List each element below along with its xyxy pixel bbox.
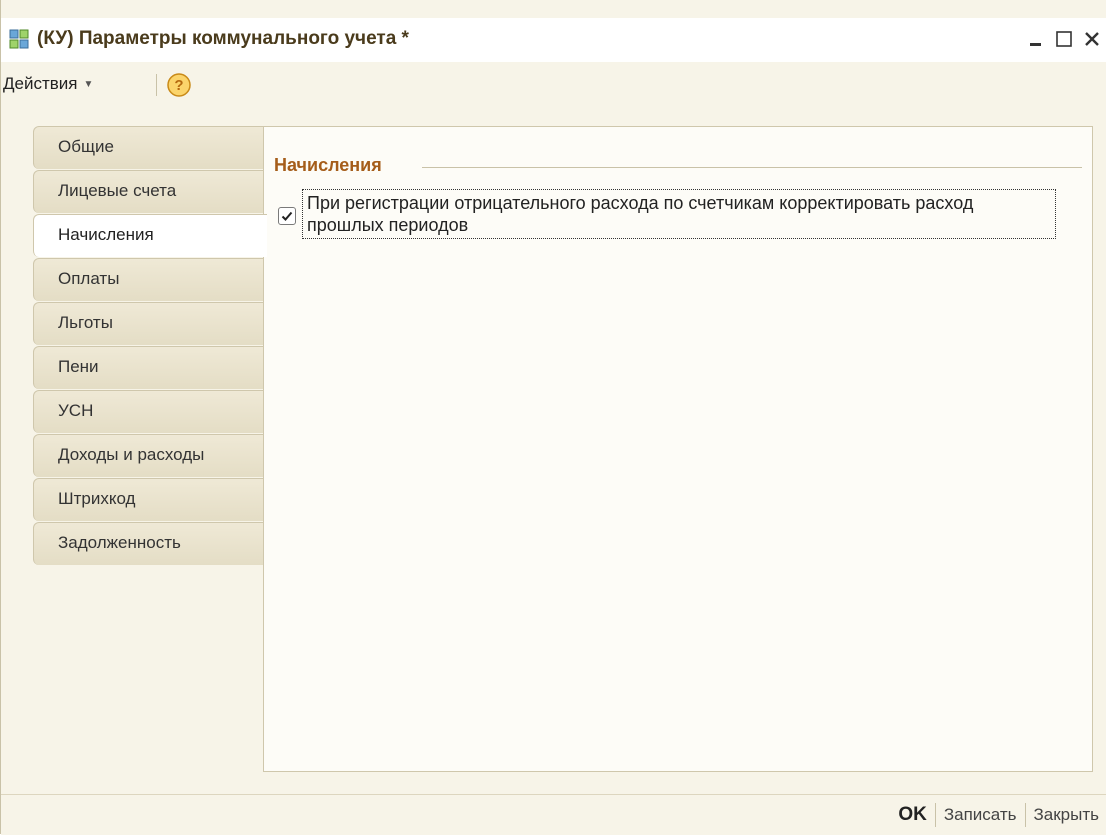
close-window-button[interactable] bbox=[1079, 26, 1105, 52]
tab-2[interactable]: Лицевые счета bbox=[33, 170, 265, 213]
toolbar-separator bbox=[156, 74, 157, 96]
checkmark-icon bbox=[281, 211, 293, 221]
tab-list: Общие Лицевые счета Начисления Оплаты Льготы… bbox=[33, 126, 267, 566]
grid-form-icon bbox=[9, 29, 29, 49]
tab-6[interactable]: Пени bbox=[33, 346, 265, 389]
tab-4[interactable]: Оплаты bbox=[33, 258, 265, 301]
actions-label: Действия bbox=[3, 74, 78, 93]
tab-3[interactable]: Начисления bbox=[33, 214, 267, 257]
maximize-icon bbox=[1056, 31, 1072, 47]
help-icon[interactable]: ? bbox=[165, 71, 193, 99]
tab-1[interactable]: Общие bbox=[33, 126, 265, 169]
toolbar: Действия ▼ ? bbox=[1, 62, 1106, 107]
group-title: Начисления bbox=[274, 155, 382, 175]
footer-bar: OK Записать Закрыть bbox=[1, 794, 1106, 835]
group-divider bbox=[422, 167, 1082, 168]
save-button[interactable]: Записать bbox=[936, 805, 1025, 825]
ok-button[interactable]: OK bbox=[890, 804, 935, 826]
correct-past-consumption-checkbox[interactable] bbox=[278, 207, 296, 225]
correct-past-consumption-checkbox-row[interactable]: При регистрации отрицательного расхода п… bbox=[276, 189, 1056, 241]
close-button[interactable]: Закрыть bbox=[1026, 805, 1106, 825]
tab-10[interactable]: Задолженность bbox=[33, 522, 265, 565]
tab-9[interactable]: Штрихкод bbox=[33, 478, 265, 521]
checkbox-label[interactable]: При регистрации отрицательного расхода п… bbox=[302, 189, 1056, 239]
tab-7[interactable]: УСН bbox=[33, 390, 265, 433]
tab-5[interactable]: Льготы bbox=[33, 302, 265, 345]
minimize-button[interactable] bbox=[1023, 26, 1049, 52]
title-bar: (КУ) Параметры коммунального учета * bbox=[1, 18, 1106, 62]
window-title: (КУ) Параметры коммунального учета * bbox=[37, 28, 409, 49]
actions-menu-button[interactable]: Действия ▼ bbox=[3, 73, 93, 95]
tab-panel-nachisleniya: Начисления При регистрации отрицательног… bbox=[263, 126, 1093, 772]
maximize-button[interactable] bbox=[1051, 26, 1077, 52]
settings-window: (КУ) Параметры коммунального учета * Дей… bbox=[0, 0, 1106, 835]
dropdown-arrow-icon: ▼ bbox=[83, 78, 94, 90]
minimize-icon bbox=[1030, 43, 1041, 46]
svg-text:?: ? bbox=[174, 77, 183, 94]
form-content: Общие Лицевые счета Начисления Оплаты Льготы… bbox=[1, 106, 1106, 774]
footer-buttons: OK Записать Закрыть bbox=[890, 803, 1106, 827]
tab-8[interactable]: Доходы и расходы bbox=[33, 434, 265, 477]
close-icon bbox=[1085, 32, 1099, 46]
